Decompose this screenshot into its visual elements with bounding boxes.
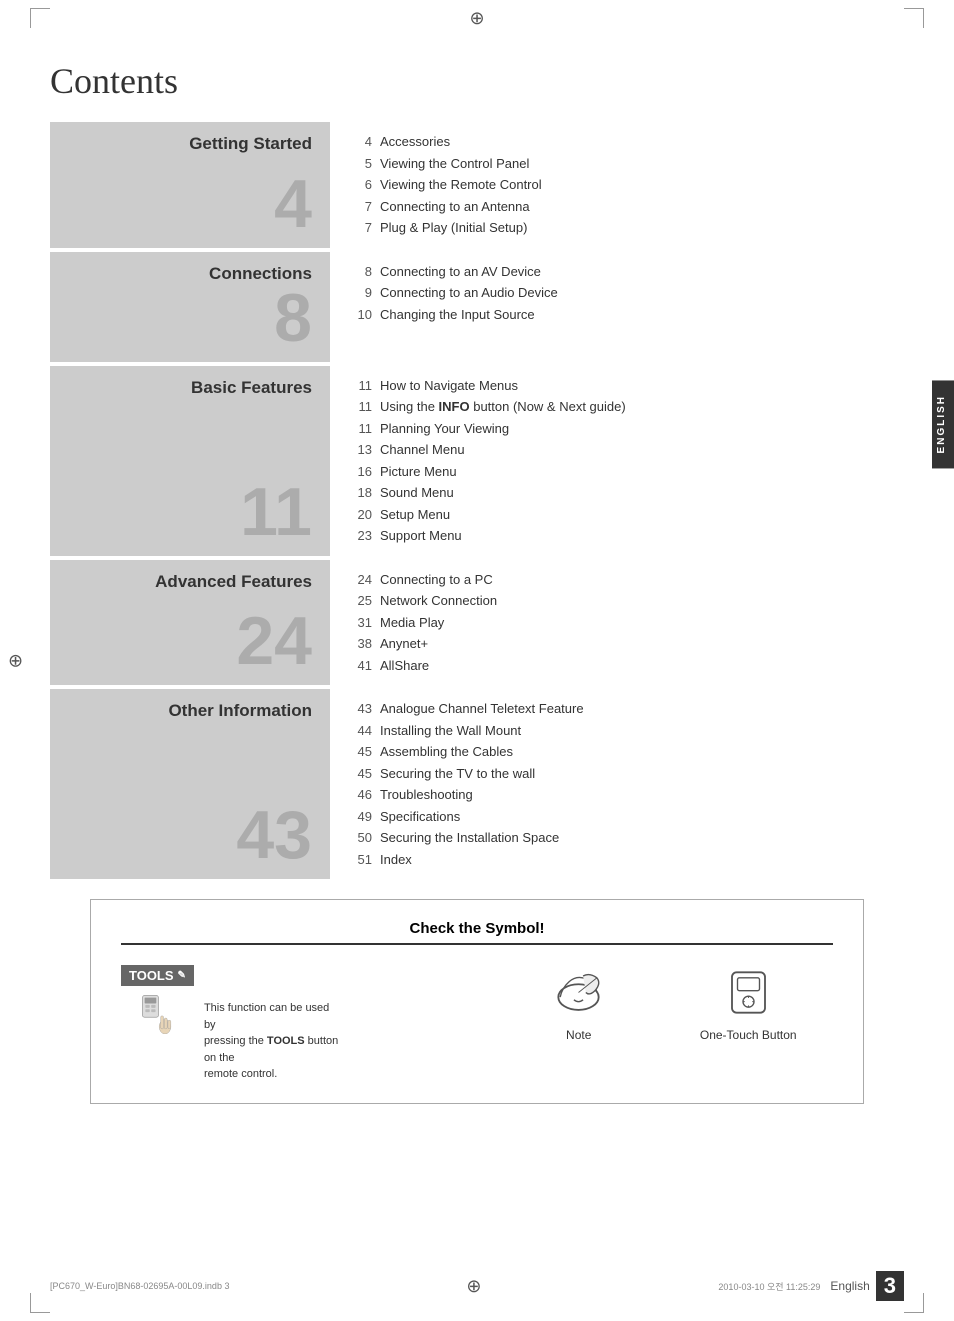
list-item: 9 Connecting to an Audio Device <box>350 283 904 303</box>
section-name-advanced-features: Advanced Features <box>155 572 312 592</box>
list-item: 10 Changing the Input Source <box>350 305 904 325</box>
list-item: 46 Troubleshooting <box>350 785 904 805</box>
list-item: 7 Plug & Play (Initial Setup) <box>350 218 904 238</box>
list-item: 50 Securing the Installation Space <box>350 828 904 848</box>
footer-filename: [PC670_W-Euro]BN68-02695A-00L09.indb 3 <box>50 1281 229 1291</box>
footer-page-word: English <box>830 1279 869 1293</box>
section-name-basic-features: Basic Features <box>191 378 312 398</box>
list-item: 11 Using the INFO button (Now & Next gui… <box>350 397 904 417</box>
list-item: 31 Media Play <box>350 613 904 633</box>
list-item: 8 Connecting to an AV Device <box>350 262 904 282</box>
note-section: Note <box>494 965 664 1042</box>
section-basic-features: Basic Features 11 11 How to Navigate Men… <box>50 366 904 556</box>
section-items-basic-features: 11 How to Navigate Menus 11 Using the IN… <box>330 366 904 556</box>
list-item: 6 Viewing the Remote Control <box>350 175 904 195</box>
footer: [PC670_W-Euro]BN68-02695A-00L09.indb 3 ⊕… <box>0 1271 954 1301</box>
symbol-box-content: TOOLS ✎ <box>121 965 833 1083</box>
section-label-getting-started: Getting Started 4 <box>50 122 330 248</box>
list-item: 5 Viewing the Control Panel <box>350 154 904 174</box>
list-item: 41 AllShare <box>350 656 904 676</box>
section-connections: Connections 8 8 Connecting to an AV Devi… <box>50 252 904 362</box>
section-items-getting-started: 4 Accessories 5 Viewing the Control Pane… <box>330 122 904 248</box>
section-label-other-information: Other Information 43 <box>50 689 330 879</box>
section-name-getting-started: Getting Started <box>189 134 312 154</box>
list-item: 20 Setup Menu <box>350 505 904 525</box>
section-label-advanced-features: Advanced Features 24 <box>50 560 330 686</box>
section-number-other-information: 43 <box>236 801 312 869</box>
list-item: 25 Network Connection <box>350 591 904 611</box>
section-getting-started: Getting Started 4 4 Accessories 5 Viewin… <box>50 122 904 248</box>
list-item: 7 Connecting to an Antenna <box>350 197 904 217</box>
onetouch-icon <box>721 965 776 1020</box>
list-item: 43 Analogue Channel Teletext Feature <box>350 699 904 719</box>
section-label-connections: Connections 8 <box>50 252 330 362</box>
onetouch-section: One-Touch Button <box>663 965 833 1042</box>
section-number-getting-started: 4 <box>274 170 312 238</box>
list-item: 24 Connecting to a PC <box>350 570 904 590</box>
list-item: 45 Assembling the Cables <box>350 742 904 762</box>
list-item: 45 Securing the TV to the wall <box>350 764 904 784</box>
list-item: 11 Planning Your Viewing <box>350 419 904 439</box>
tools-badge: TOOLS ✎ <box>121 965 194 986</box>
section-advanced-features: Advanced Features 24 24 Connecting to a … <box>50 560 904 686</box>
symbol-box-title: Check the Symbol! <box>121 920 833 945</box>
section-label-basic-features: Basic Features 11 <box>50 366 330 556</box>
list-item: 16 Picture Menu <box>350 462 904 482</box>
section-number-connections: 8 <box>274 284 312 352</box>
onetouch-label: One-Touch Button <box>700 1028 797 1042</box>
section-items-connections: 8 Connecting to an AV Device 9 Connectin… <box>330 252 904 362</box>
bottom-compass-icon: ⊕ <box>466 1276 481 1297</box>
tools-badge-container: TOOLS ✎ <box>121 965 194 986</box>
footer-page-info: English 3 <box>830 1271 904 1301</box>
footer-page-number: 3 <box>876 1271 904 1301</box>
section-items-advanced-features: 24 Connecting to a PC 25 Network Connect… <box>330 560 904 686</box>
section-items-other-information: 43 Analogue Channel Teletext Feature 44 … <box>330 689 904 879</box>
list-item: 51 Index <box>350 850 904 870</box>
footer-right: 2010-03-10 오전 11:25:29 English 3 <box>718 1271 904 1301</box>
list-item: 4 Accessories <box>350 132 904 152</box>
page: ⊕ ⊕ ENGLISH Contents Getting Started 4 4… <box>0 0 954 1321</box>
list-item: 44 Installing the Wall Mount <box>350 721 904 741</box>
list-item: 38 Anynet+ <box>350 634 904 654</box>
list-item: 49 Specifications <box>350 807 904 827</box>
symbol-box: Check the Symbol! TOOLS ✎ <box>90 899 864 1104</box>
tools-description: This function can be used bypressing the… <box>204 1000 344 1083</box>
page-title: Contents <box>50 60 904 102</box>
list-item: 11 How to Navigate Menus <box>350 376 904 396</box>
main-content: Contents Getting Started 4 4 Accessories… <box>0 0 954 1134</box>
section-number-advanced-features: 24 <box>236 607 312 675</box>
note-label: Note <box>566 1028 591 1042</box>
tools-section: TOOLS ✎ <box>121 965 494 1083</box>
section-number-basic-features: 11 <box>240 478 312 546</box>
list-item: 18 Sound Menu <box>350 483 904 503</box>
list-item: 23 Support Menu <box>350 526 904 546</box>
tools-small-icon <box>137 994 177 1034</box>
tools-badge-area: TOOLS ✎ <box>121 965 194 1034</box>
section-other-information: Other Information 43 43 Analogue Channel… <box>50 689 904 879</box>
section-name-other-information: Other Information <box>168 701 312 721</box>
note-icon <box>551 965 606 1020</box>
footer-date: 2010-03-10 오전 11:25:29 <box>718 1280 820 1293</box>
list-item: 13 Channel Menu <box>350 440 904 460</box>
